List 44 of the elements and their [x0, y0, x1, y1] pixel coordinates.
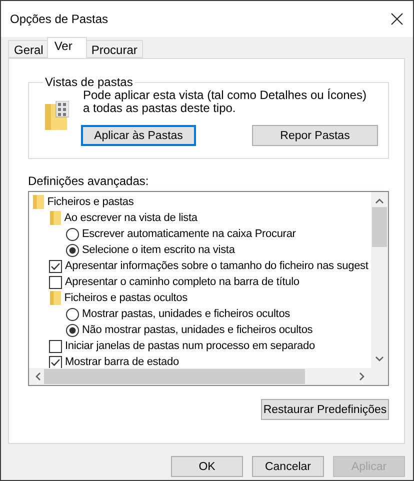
scroll-thumb[interactable] — [44, 369, 305, 384]
folder-icon — [33, 195, 44, 209]
chevron-right-icon[interactable] — [359, 372, 365, 381]
horizontal-scrollbar[interactable] — [29, 368, 371, 385]
option-label: Não mostrar pastas, unidades e ficheiros ocultos — [82, 324, 313, 336]
chevron-down-icon[interactable] — [375, 356, 384, 362]
folder-icon — [50, 291, 62, 305]
radio-button[interactable] — [66, 228, 79, 240]
option-label: Iniciar janelas de pastas num processo em separado — [65, 340, 315, 352]
tab[interactable]: Geral — [8, 40, 50, 58]
option-label: Mostrar barra de estado — [65, 356, 179, 368]
action-button[interactable]: Aplicar às Pastas — [81, 125, 196, 146]
checkbox[interactable] — [49, 260, 62, 272]
close-icon[interactable] — [391, 13, 403, 25]
option-label: Ficheiros e pastas ocultos — [64, 292, 188, 304]
checkbox[interactable] — [49, 356, 62, 368]
checkbox[interactable] — [49, 340, 62, 352]
group-title: Vistas de pastas — [44, 75, 134, 89]
dialog-button[interactable]: Cancelar — [252, 456, 324, 477]
option-label: Ficheiros e pastas — [47, 196, 134, 208]
scroll-thumb[interactable] — [372, 207, 387, 247]
option-label: Selecione o item escrito na vista — [82, 244, 235, 256]
vertical-scrollbar[interactable] — [371, 192, 388, 368]
option-label: Escrever automaticamente na caixa Procurar — [82, 228, 296, 240]
checkbox[interactable] — [49, 276, 62, 288]
restore-defaults-button[interactable]: Restaurar Predefinições — [261, 399, 389, 420]
option-label: Apresentar o caminho completo na barra de título — [65, 276, 300, 288]
option-label: Mostrar pastas, unidades e ficheiros ocultos — [82, 308, 290, 320]
tab[interactable]: Ver — [47, 37, 88, 58]
chevron-up-icon[interactable] — [375, 198, 384, 204]
chevron-left-icon[interactable] — [35, 372, 41, 381]
option-label: Apresentar informações sobre o tamanho do ficheiro nas sugest — [65, 260, 368, 272]
dialog-button[interactable]: OK — [171, 456, 243, 477]
window-title: Opções de Pastas — [10, 12, 108, 26]
section-label: Definições avançadas: — [28, 174, 150, 188]
tab[interactable]: Procurar — [85, 40, 144, 58]
folder-grid-icon — [45, 101, 69, 130]
radio-button[interactable] — [66, 244, 79, 256]
radio-button[interactable] — [66, 308, 79, 320]
option-label: Ao escrever na vista de lista — [64, 212, 198, 224]
action-button[interactable]: Repor Pastas — [252, 125, 378, 146]
folder-icon — [50, 211, 62, 225]
description-text: Pode aplicar esta vista (tal como Detalhes ou Ícones) a todas as pastas deste tipo. — [83, 89, 368, 115]
radio-button[interactable] — [66, 324, 79, 336]
